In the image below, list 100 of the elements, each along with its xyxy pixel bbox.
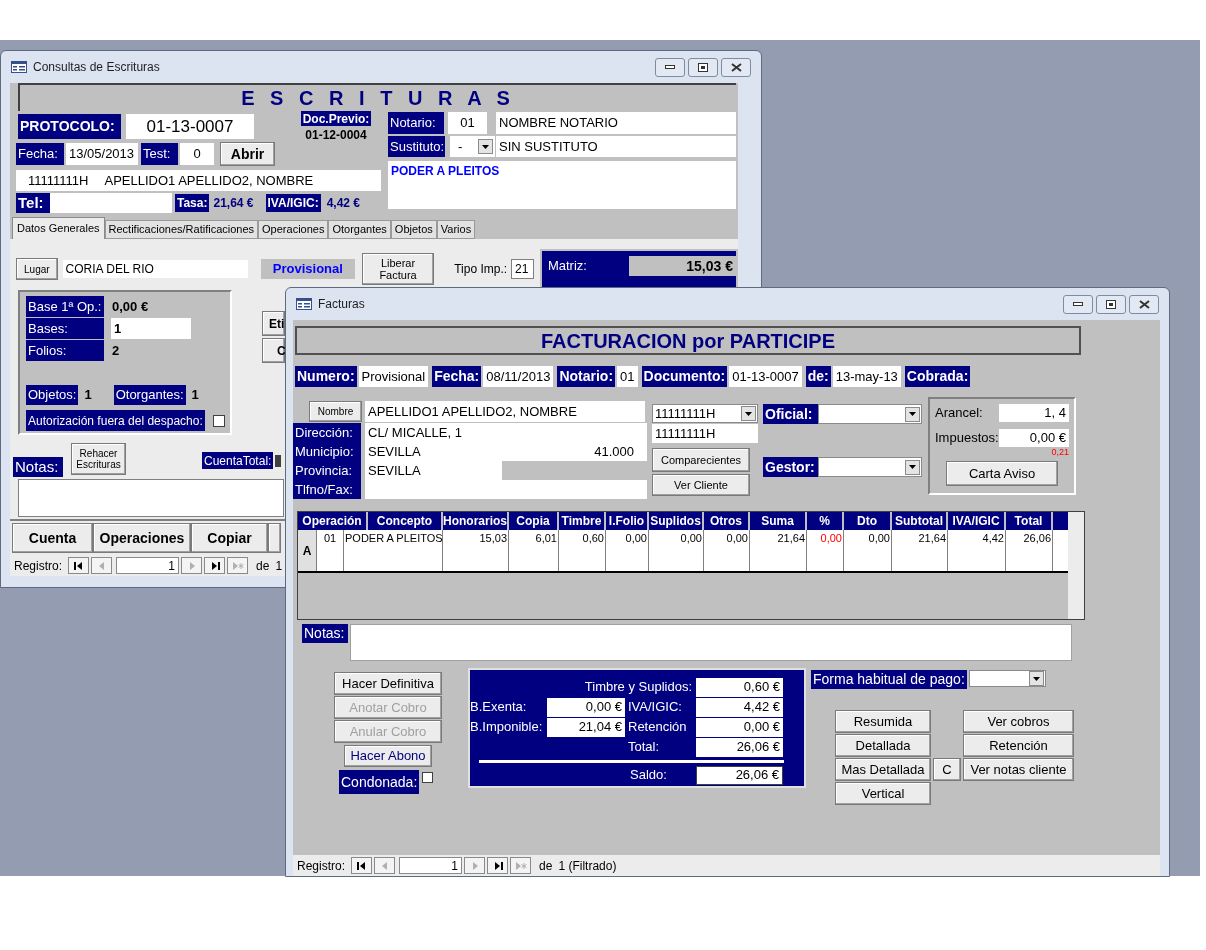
- header-field[interactable]: 01-13-0007: [729, 366, 802, 387]
- dropdown-button[interactable]: [741, 406, 756, 421]
- release-invoice-button[interactable]: Liberar Factura: [361, 253, 435, 285]
- report-button[interactable]: Mas Detallada: [835, 758, 931, 781]
- first-record-button[interactable]: [68, 557, 90, 574]
- dropdown-button[interactable]: [1028, 671, 1044, 686]
- header-field[interactable]: 13-may-13: [832, 366, 901, 387]
- restore-button[interactable]: [688, 57, 718, 77]
- address-field[interactable]: CL/ MICALLE, 1: [365, 423, 647, 442]
- date-field[interactable]: 13/05/2013: [66, 143, 138, 165]
- tab[interactable]: Otorgantes: [328, 220, 391, 239]
- stat-field[interactable]: 1: [111, 318, 191, 339]
- action-button[interactable]: Operaciones: [93, 523, 191, 553]
- checkbox[interactable]: [275, 455, 282, 467]
- address-field[interactable]: [365, 480, 647, 499]
- total-label: Total:: [628, 738, 661, 757]
- notary-name-field[interactable]: NOMBRE NOTARIO: [496, 112, 736, 134]
- notice-letter-button[interactable]: Carta Aviso: [946, 461, 1058, 486]
- table-cell: 0,00: [606, 530, 649, 571]
- checkbox[interactable]: [422, 772, 434, 783]
- client-name-field[interactable]: APELLIDO1 APELLIDO2, NOMBRE: [365, 401, 645, 422]
- header-field[interactable]: 08/11/2013: [483, 366, 554, 387]
- substitute-name-field[interactable]: SIN SUSTITUTO: [496, 136, 736, 157]
- nif-dropdown[interactable]: 11111111H: [652, 404, 758, 423]
- last-record-button[interactable]: [487, 857, 509, 874]
- concept-field[interactable]: PODER A PLEITOS: [388, 161, 736, 209]
- client-button[interactable]: Comparecientes: [652, 448, 750, 472]
- phone-field[interactable]: [50, 193, 172, 213]
- field-label: PROTOCOLO:: [18, 114, 121, 139]
- first-record-icon: [72, 560, 85, 571]
- place-button[interactable]: Lugar: [16, 258, 58, 280]
- close-button[interactable]: [721, 57, 751, 77]
- tab[interactable]: Operaciones: [258, 220, 329, 239]
- report-button[interactable]: Vertical: [835, 782, 931, 805]
- notary-code-field[interactable]: 01: [448, 112, 487, 134]
- record-number-field[interactable]: 1: [116, 557, 180, 574]
- dropdown-button[interactable]: [478, 139, 493, 154]
- action-button[interactable]: Hacer Definitiva: [334, 672, 442, 695]
- c-button[interactable]: C: [933, 758, 961, 781]
- field-label: Forma habitual de pago:: [811, 670, 967, 689]
- address-field[interactable]: SEVILLA 41.000: [365, 442, 647, 461]
- field-label: Otorgantes:: [113, 385, 186, 405]
- test-field[interactable]: 0: [180, 143, 214, 165]
- checkbox[interactable]: [212, 414, 225, 427]
- action-button[interactable]: Cuenta: [12, 523, 93, 553]
- report-button[interactable]: Detallada: [835, 734, 931, 757]
- base-value: 0,00 €: [547, 697, 625, 717]
- nif-field[interactable]: 11111111H: [652, 424, 758, 443]
- stat-value: 0,00 €: [112, 297, 149, 316]
- tab[interactable]: Varios: [436, 220, 476, 239]
- notes-field[interactable]: [18, 479, 284, 517]
- action-button[interactable]: Hacer Abono: [344, 745, 432, 767]
- record-of-label: de: [539, 857, 553, 875]
- header-field[interactable]: Provisional: [358, 366, 429, 387]
- close-button[interactable]: [1129, 294, 1159, 314]
- caret-icon: [909, 412, 916, 416]
- table-cell: 15,03: [443, 530, 509, 571]
- minimize-button[interactable]: [1063, 294, 1093, 314]
- rebuild-button[interactable]: Rehacer Escrituras: [71, 443, 126, 475]
- dropdown-button[interactable]: [905, 406, 920, 422]
- side-button[interactable]: C: [262, 338, 285, 363]
- dropdown-button[interactable]: [905, 459, 920, 475]
- report-button[interactable]: Resumida: [835, 710, 931, 733]
- tax-type-field[interactable]: 21: [511, 259, 534, 279]
- field-label: Folios:: [26, 340, 104, 361]
- restore-button[interactable]: [1096, 294, 1126, 314]
- last-record-button[interactable]: [204, 557, 226, 574]
- taxes-label: Impuestos:: [935, 429, 999, 448]
- tab[interactable]: Rectificaciones/Ratificaciones: [104, 220, 259, 239]
- record-selector[interactable]: A: [298, 530, 317, 571]
- action-button[interactable]: Copiar: [191, 523, 268, 553]
- substitute-dropdown[interactable]: -: [450, 136, 495, 157]
- action-button[interactable]: [268, 523, 281, 553]
- side-button[interactable]: Ver cobros: [963, 710, 1074, 733]
- protocol-field[interactable]: 01-13-0007: [126, 114, 254, 139]
- address-field[interactable]: SEVILLA: [365, 461, 502, 480]
- field-label: Notas:: [302, 624, 348, 643]
- record-number-field[interactable]: 1: [399, 857, 463, 874]
- side-button[interactable]: Ver notas cliente: [963, 758, 1074, 781]
- tab[interactable]: Objetos: [390, 220, 437, 239]
- tab[interactable]: Datos Generales: [12, 217, 105, 239]
- field-label: Autorización fuera del despacho:: [26, 410, 205, 431]
- field-label: Cobrada:: [904, 366, 971, 387]
- side-button[interactable]: Retención: [963, 734, 1074, 757]
- first-record-button[interactable]: [351, 857, 373, 874]
- caret-icon: [482, 144, 489, 149]
- arancel-field[interactable]: 1, 4: [998, 404, 1069, 422]
- place-field[interactable]: CORIA DEL RIO: [62, 260, 248, 278]
- taxes-field[interactable]: 0,00 €: [998, 429, 1069, 447]
- minimize-button[interactable]: [655, 57, 685, 77]
- total-value: 26,06 €: [696, 737, 783, 757]
- open-button[interactable]: Abrir: [220, 142, 275, 166]
- notes-field[interactable]: [350, 624, 1072, 661]
- side-button[interactable]: Eti: [262, 311, 285, 336]
- count-value: 1: [191, 386, 199, 405]
- name-button[interactable]: Nombre: [309, 401, 362, 422]
- header-field[interactable]: 01: [617, 366, 638, 387]
- field-label: Numero:: [295, 366, 357, 387]
- vertical-scrollbar[interactable]: [1068, 512, 1084, 619]
- client-button[interactable]: Ver Cliente: [652, 474, 750, 496]
